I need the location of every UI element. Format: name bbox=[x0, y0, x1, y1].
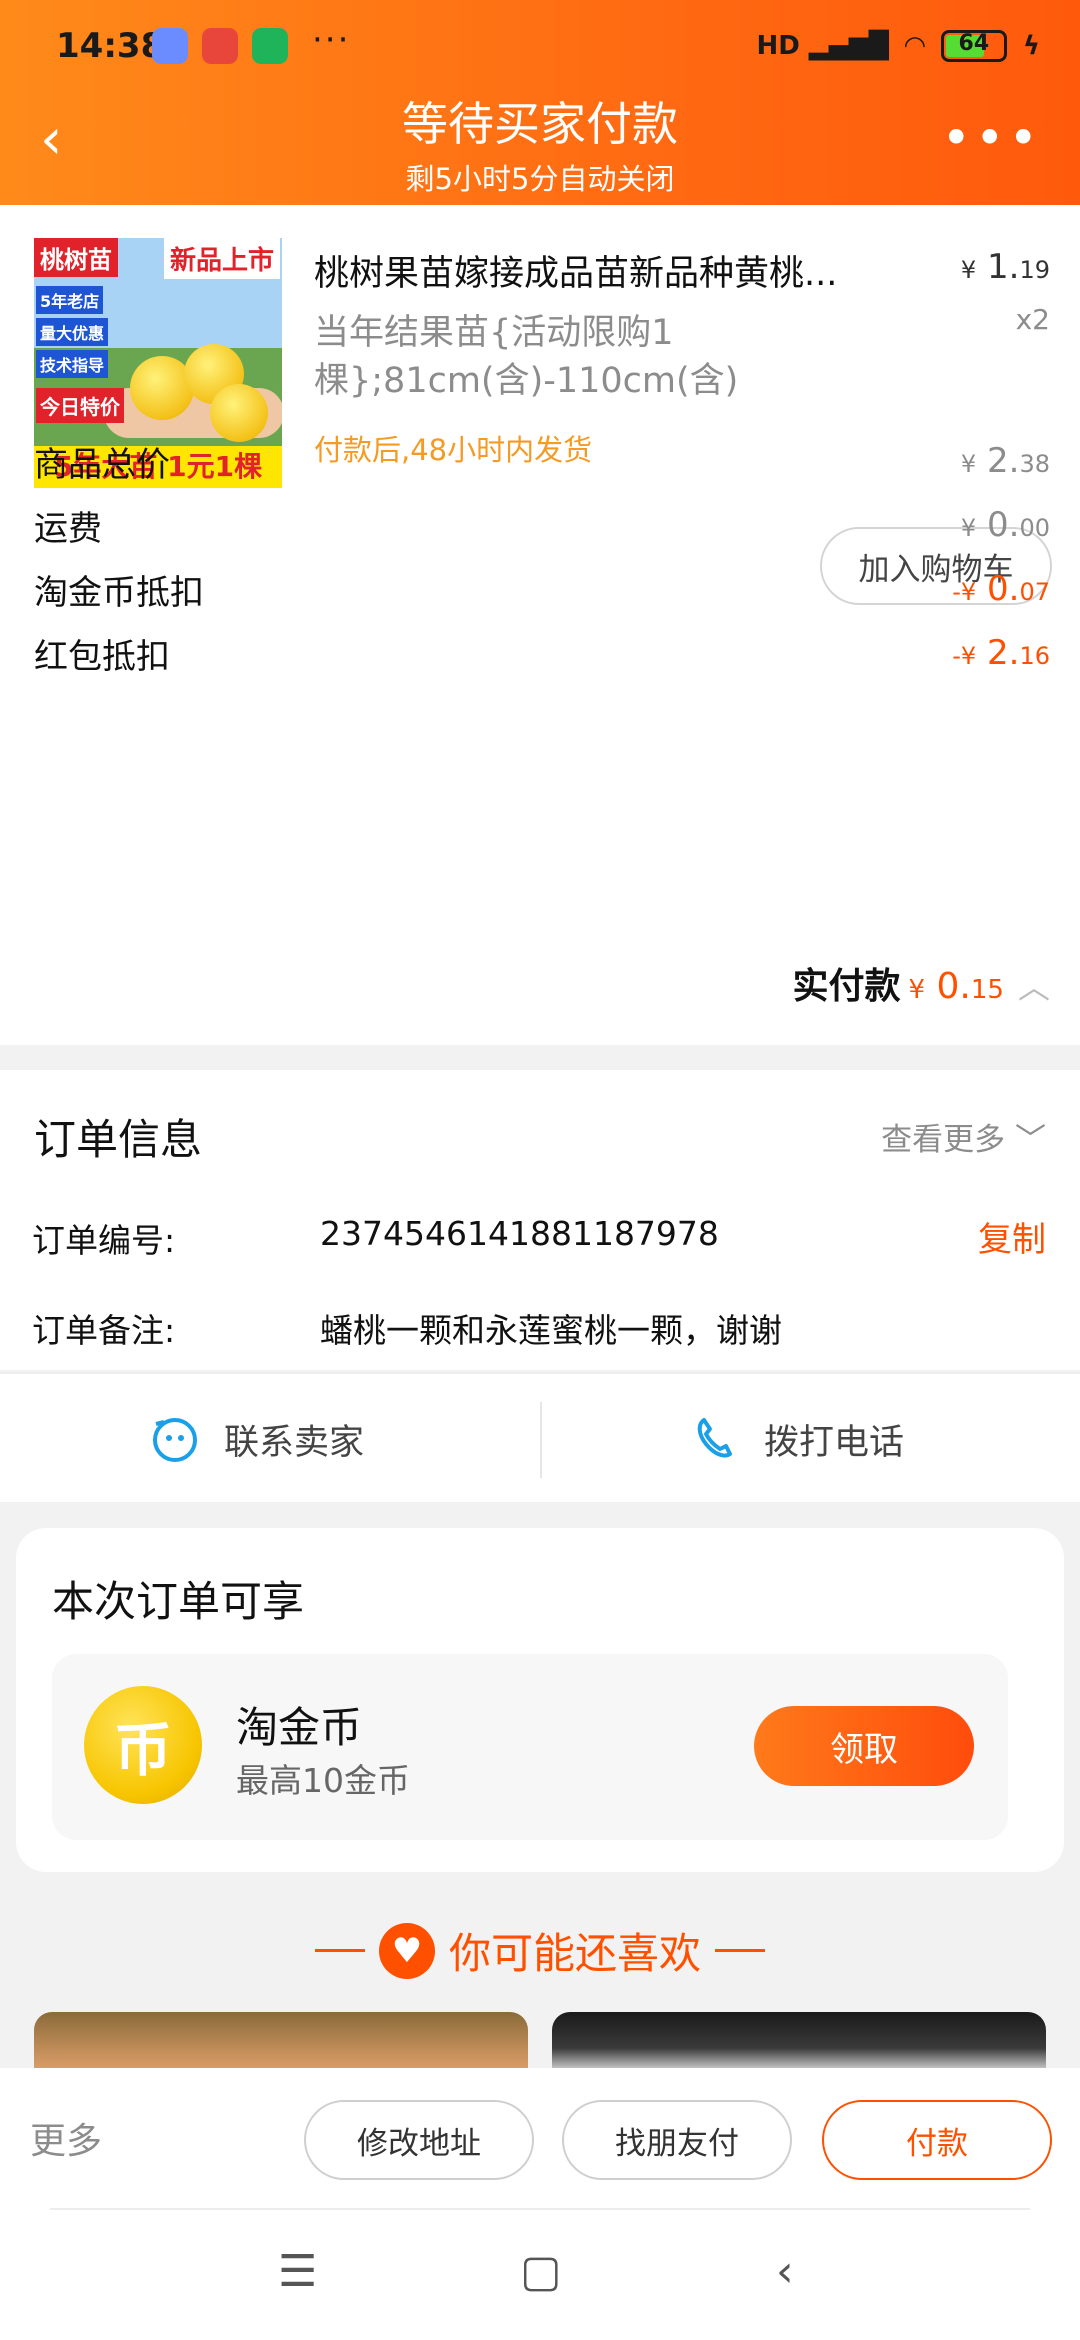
product-quantity: x2 bbox=[1015, 303, 1050, 336]
more-link[interactable]: 更多 bbox=[30, 2112, 102, 2164]
more-notifications-icon: ··· bbox=[312, 20, 351, 60]
copy-button[interactable]: 复制 bbox=[978, 1212, 1046, 1261]
more-options-icon[interactable]: ••• bbox=[942, 113, 1042, 163]
product-price: ¥ 1.19 bbox=[960, 247, 1050, 287]
back-nav-icon[interactable]: ‹ bbox=[776, 2246, 794, 2297]
summary-row-redpacket-deduct: 红包抵扣 -¥ 2.16 bbox=[34, 633, 1050, 677]
battery-icon: 64 bbox=[940, 30, 1007, 62]
divider bbox=[540, 1402, 542, 1478]
order-number-value: 2374546141881187978 bbox=[320, 1214, 719, 1253]
call-phone-button[interactable]: 拨打电话 bbox=[690, 1374, 904, 1504]
total-paid: 实付款 ¥ 0.15 ︿ bbox=[793, 957, 1050, 1009]
header: 14:38 ··· HD ▂▄▆█ ◠ 64 ϟ ‹ 等待买家付款 剩5小时5分… bbox=[0, 0, 1080, 205]
order-benefits-card: 本次订单可享 币 淘金币 最高10金币 领取 bbox=[16, 1528, 1064, 1872]
change-address-button[interactable]: 修改地址 bbox=[304, 2100, 534, 2180]
view-more-link[interactable]: 查看更多 ﹀ bbox=[881, 1114, 1046, 1159]
order-info-title: 订单信息 bbox=[34, 1115, 203, 1164]
claim-button[interactable]: 领取 bbox=[754, 1706, 974, 1786]
bottom-action-bar: 更多 修改地址 找朋友付 付款 bbox=[0, 2068, 1080, 2210]
product-card: 桃树苗 新品上市 5年老店 量大优惠 技术指导 今日特价 5年大苗 1元1棵 桃… bbox=[0, 205, 1080, 1045]
status-time: 14:38 bbox=[56, 26, 165, 66]
coin-benefit-desc: 最高10金币 bbox=[236, 1761, 410, 1800]
summary-row-coin-deduct: 淘金币抵扣 -¥ 0.07 bbox=[34, 569, 1050, 613]
coin-benefit-name: 淘金币 bbox=[236, 1703, 363, 1752]
signal-icon: HD ▂▄▆█ bbox=[756, 31, 889, 61]
chevron-up-icon[interactable]: ︿ bbox=[1018, 962, 1050, 1008]
heart-icon: ♥ bbox=[378, 1922, 435, 1979]
status-bar: 14:38 ··· HD ▂▄▆█ ◠ 64 ϟ bbox=[0, 0, 1080, 90]
chevron-down-icon: ﹀ bbox=[1015, 1122, 1046, 1158]
page-subtitle: 剩5小时5分自动关闭 bbox=[405, 162, 675, 196]
contact-bar: 联系卖家 拨打电话 bbox=[0, 1372, 1080, 1502]
order-note-label: 订单备注: bbox=[32, 1311, 176, 1350]
wifi-icon: ◠ bbox=[904, 31, 925, 61]
order-note-value: 蟠桃一颗和永莲蜜桃一颗，谢谢 bbox=[320, 1311, 782, 1350]
benefits-title: 本次订单可享 bbox=[52, 1577, 305, 1626]
status-indicators: HD ▂▄▆█ ◠ 64 ϟ bbox=[756, 30, 1040, 62]
recommend-item-image[interactable] bbox=[552, 2012, 1046, 2072]
divider bbox=[314, 1949, 365, 1952]
product-sku: 当年结果苗{活动限购1棵};81cm(含)-110cm(含) bbox=[314, 313, 739, 401]
summary-value-subtotal: ¥ 2.38 bbox=[960, 441, 1050, 481]
status-app-icons bbox=[152, 28, 288, 64]
product-name[interactable]: 桃树果苗嫁接成品苗新品种黄桃... bbox=[314, 245, 914, 296]
app-notification-icon bbox=[202, 28, 238, 64]
order-number-label: 订单编号: bbox=[32, 1221, 176, 1260]
summary-row-shipping: 运费 ¥ 0.00 bbox=[34, 505, 1050, 549]
menu-icon[interactable]: ☰ bbox=[278, 2246, 317, 2297]
coin-benefit-item: 币 淘金币 最高10金币 领取 bbox=[52, 1654, 1008, 1840]
shield-notification-icon bbox=[252, 28, 288, 64]
contact-seller-button[interactable]: 联系卖家 bbox=[150, 1374, 364, 1504]
phone-icon bbox=[697, 1418, 732, 1458]
order-info: 订单信息 查看更多 ﹀ 订单编号: 2374546141881187978 复制… bbox=[0, 1070, 1080, 1370]
gold-coin-icon: 币 bbox=[84, 1686, 202, 1804]
home-icon[interactable]: ▢ bbox=[520, 2246, 562, 2297]
recommend-title: ♥ 你可能还喜欢 bbox=[0, 1920, 1080, 1981]
chat-face-icon bbox=[153, 1418, 197, 1462]
divider bbox=[715, 1949, 765, 1952]
recommend-item-image[interactable] bbox=[34, 2012, 528, 2072]
app-notification-icon bbox=[152, 28, 188, 64]
friend-pay-button[interactable]: 找朋友付 bbox=[562, 2100, 792, 2180]
charging-icon: ϟ bbox=[1022, 31, 1040, 61]
pay-button[interactable]: 付款 bbox=[822, 2100, 1052, 2180]
page-title: 等待买家付款 bbox=[402, 97, 678, 151]
system-nav-bar: ☰ ▢ ‹ bbox=[0, 2210, 1080, 2340]
